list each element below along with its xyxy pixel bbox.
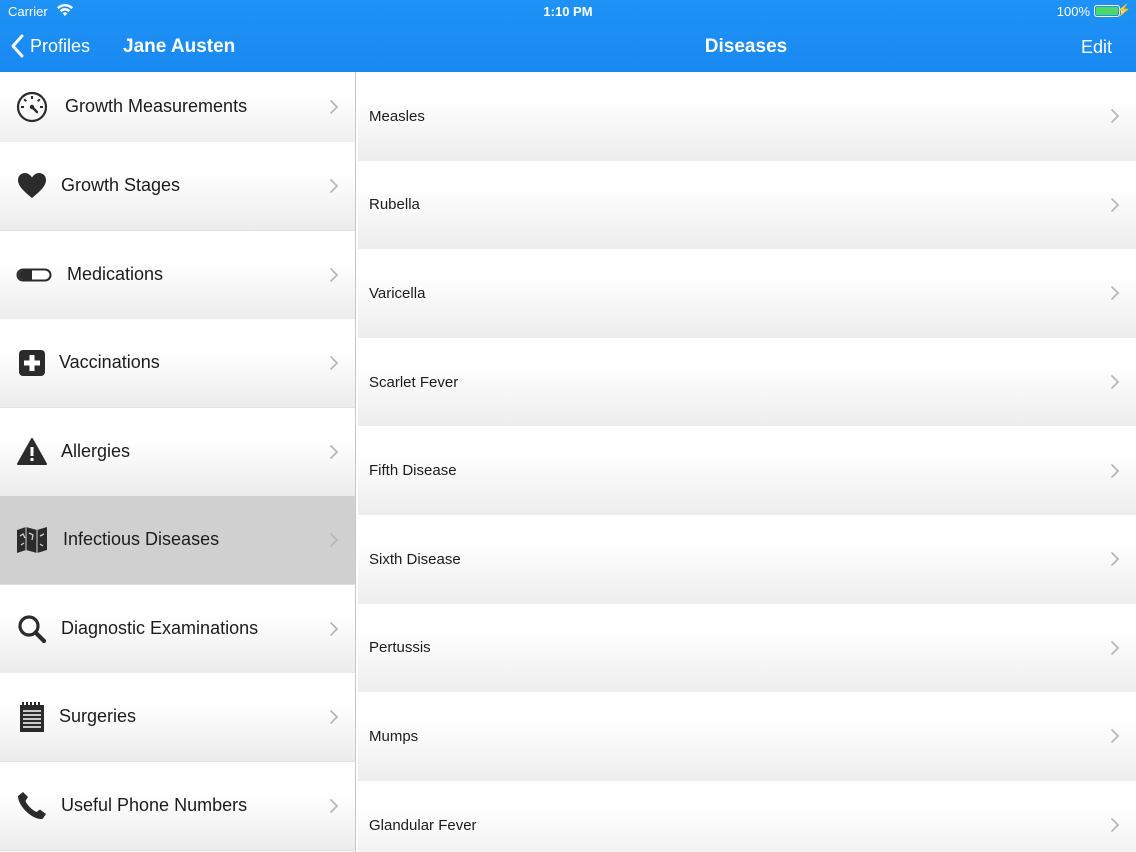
sidebar-item-label: Vaccinations: [59, 352, 160, 373]
back-button-label: Profiles: [30, 35, 91, 56]
disease-label: Sixth Disease: [369, 550, 461, 568]
list-item[interactable]: Varicella: [358, 249, 1136, 338]
sidebar-item-label: Growth Stages: [61, 175, 181, 196]
list-item[interactable]: Rubella: [358, 160, 1136, 250]
chevron-right-icon: [1111, 197, 1120, 212]
sidebar-item-medications[interactable]: Medications: [0, 231, 355, 320]
chevron-right-icon: [330, 621, 339, 636]
status-bar: Carrier 1:10 PM 100% ⚡: [0, 0, 1136, 22]
back-button[interactable]: Profiles: [10, 34, 90, 58]
plus-box-icon: [16, 347, 48, 379]
sidebar-list: Growth Measurements Growth Stages Medica…: [0, 72, 355, 852]
master-nav-bar: Profiles Jane Austen: [0, 22, 355, 72]
sidebar-item-label: Diagnostic Examinations: [61, 618, 259, 639]
sidebar-item-growth-measurements[interactable]: Growth Measurements: [0, 72, 355, 152]
clock: 1:10 PM: [543, 4, 593, 19]
list-item[interactable]: Measles: [358, 72, 1136, 161]
list-item[interactable]: Mumps: [358, 692, 1136, 781]
gauge-icon: [16, 91, 48, 123]
sidebar-item-vaccinations[interactable]: Vaccinations: [0, 319, 355, 408]
phone-icon: [16, 790, 48, 822]
chevron-right-icon: [1111, 109, 1120, 124]
list-item[interactable]: Glandular Fever: [358, 780, 1136, 852]
edit-button[interactable]: Edit: [1081, 37, 1112, 58]
chevron-right-icon: [1111, 818, 1120, 832]
list-item[interactable]: Fifth Disease: [358, 426, 1136, 515]
sidebar-item-diagnostic-examinations[interactable]: Diagnostic Examinations: [0, 585, 355, 674]
chevron-right-icon: [330, 355, 339, 370]
chevron-right-icon: [1111, 375, 1120, 389]
sidebar-item-label: Surgeries: [59, 706, 137, 727]
pill-icon: [16, 259, 52, 291]
charging-icon: ⚡: [1116, 3, 1131, 17]
chevron-right-icon: [330, 178, 339, 193]
disease-label: Mumps: [369, 727, 419, 745]
sidebar-item-infectious-diseases[interactable]: Infectious Diseases: [0, 496, 355, 585]
chevron-right-icon: [330, 532, 339, 547]
disease-label: Glandular Fever: [369, 816, 477, 834]
chevron-right-icon: [1111, 640, 1120, 655]
chevron-left-icon: [11, 34, 24, 58]
list-item[interactable]: Pertussis: [358, 603, 1136, 693]
diseases-list: Measles Rubella Varicella Scarlet Fever …: [356, 72, 1136, 852]
list-item[interactable]: Sixth Disease: [358, 515, 1136, 604]
disease-label: Fifth Disease: [369, 462, 457, 480]
sidebar-item-allergies[interactable]: Allergies: [0, 408, 355, 497]
notepad-icon: [16, 701, 48, 733]
battery-percent: 100%: [1056, 4, 1090, 19]
disease-label: Rubella: [369, 196, 420, 214]
sidebar-item-label: Infectious Diseases: [63, 529, 220, 550]
disease-label: Pertussis: [369, 639, 431, 657]
app-window: Carrier 1:10 PM 100% ⚡ Profiles Jane Aus…: [0, 0, 1136, 852]
warning-icon: [16, 436, 48, 468]
disease-label: Scarlet Fever: [369, 373, 459, 391]
sidebar-item-growth-stages[interactable]: Growth Stages: [0, 142, 355, 231]
sidebar-item-useful-phone-numbers[interactable]: Useful Phone Numbers: [0, 762, 355, 851]
sidebar-item-label: Allergies: [61, 441, 131, 462]
page-title: Diseases: [704, 36, 788, 57]
chevron-right-icon: [1111, 729, 1120, 744]
list-item[interactable]: Scarlet Fever: [358, 337, 1136, 427]
map-icon: [16, 524, 48, 556]
sidebar-item-label: Medications: [67, 264, 164, 285]
chevron-right-icon: [1111, 286, 1120, 301]
heart-icon: [16, 170, 48, 202]
profile-title: Jane Austen: [123, 36, 236, 57]
sidebar-item-label: Growth Measurements: [65, 96, 248, 117]
chevron-right-icon: [330, 99, 339, 114]
search-icon: [16, 613, 48, 645]
chevron-right-icon: [330, 798, 339, 813]
chevron-right-icon: [330, 709, 339, 724]
sidebar-item-label: Useful Phone Numbers: [61, 795, 248, 816]
detail-nav-bar: Diseases Edit: [356, 22, 1136, 72]
disease-label: Varicella: [369, 284, 426, 302]
chevron-right-icon: [330, 267, 339, 282]
chevron-right-icon: [1111, 552, 1120, 567]
sidebar-item-surgeries[interactable]: Surgeries: [0, 673, 355, 762]
chevron-right-icon: [1111, 463, 1120, 478]
disease-label: Measles: [369, 107, 425, 125]
chevron-right-icon: [330, 444, 339, 459]
navigation-bar: Carrier 1:10 PM 100% ⚡ Profiles Jane Aus…: [0, 0, 1136, 72]
